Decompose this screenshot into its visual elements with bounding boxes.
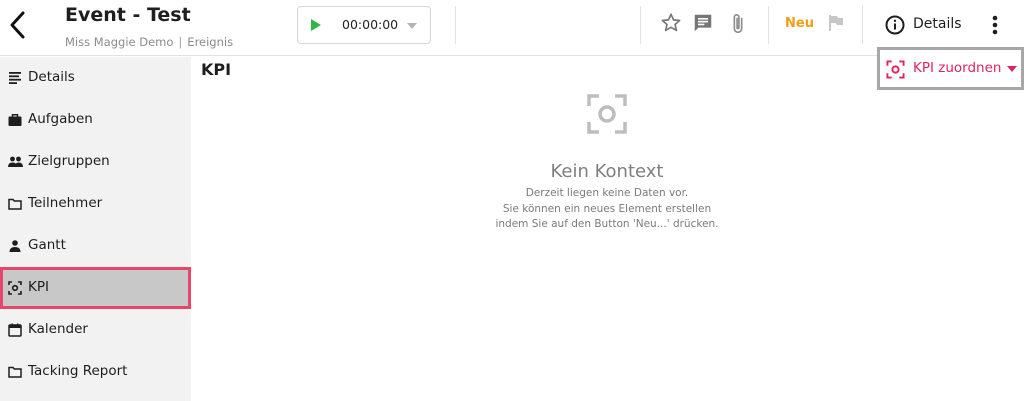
empty-state-title: Kein Kontext bbox=[550, 161, 664, 182]
timer-control[interactable]: 00:00:00 bbox=[297, 6, 431, 44]
sidebar-item-label: Zielgruppen bbox=[28, 153, 110, 169]
assign-kpi-button[interactable]: KPI zuordnen bbox=[877, 47, 1024, 90]
star-icon[interactable] bbox=[660, 12, 682, 34]
play-icon[interactable] bbox=[310, 18, 322, 32]
sidebar-item-kalender[interactable]: Kalender bbox=[0, 309, 191, 351]
sidebar-item-kpi[interactable]: KPI bbox=[0, 267, 191, 309]
sidebar-item-tacking-report[interactable]: Tacking Report bbox=[0, 351, 191, 393]
sidebar-item-label: Details bbox=[28, 69, 75, 85]
folder-icon bbox=[8, 198, 22, 210]
folder-icon bbox=[8, 366, 22, 378]
chevron-down-icon bbox=[1007, 66, 1017, 72]
divider bbox=[455, 6, 456, 44]
divider bbox=[640, 6, 641, 44]
divider bbox=[862, 6, 863, 44]
new-button[interactable]: Neu bbox=[785, 16, 814, 31]
kpi-icon bbox=[8, 281, 22, 295]
empty-state-text: Derzeit liegen keine Daten vor. bbox=[525, 187, 689, 199]
sidebar-item-label: Aufgaben bbox=[28, 111, 93, 127]
empty-state-text: Sie können ein neues Element erstellen bbox=[502, 203, 712, 215]
briefcase-icon bbox=[8, 114, 22, 126]
sidebar-item-aufgaben[interactable]: Aufgaben bbox=[0, 99, 191, 141]
list-icon bbox=[9, 72, 21, 84]
back-icon[interactable] bbox=[6, 10, 28, 40]
section-title: KPI bbox=[201, 60, 232, 79]
sidebar-item-details[interactable]: Details bbox=[0, 57, 191, 99]
comment-icon[interactable] bbox=[692, 12, 714, 34]
kpi-placeholder-icon bbox=[587, 94, 627, 134]
sidebar-item-label: Gantt bbox=[28, 237, 66, 253]
sidebar-item-label: Teilnehmer bbox=[28, 195, 103, 211]
details-button-label: Details bbox=[913, 16, 962, 32]
app-header: Event - Test Miss Maggie Demo | Ereignis 0… bbox=[0, 0, 1024, 56]
kpi-icon bbox=[886, 60, 905, 79]
calendar-icon bbox=[8, 323, 22, 337]
people-icon bbox=[8, 156, 23, 167]
person-icon bbox=[9, 240, 21, 252]
empty-state-text: indem Sie auf den Button 'Neu...' drücke… bbox=[495, 218, 719, 230]
assign-kpi-label: KPI zuordnen bbox=[913, 60, 1002, 76]
sidebar-item-label: KPI bbox=[28, 279, 49, 295]
sidebar-item-gantt[interactable]: Gantt bbox=[0, 225, 191, 267]
owner-name: Miss Maggie Demo bbox=[65, 35, 174, 49]
record-type: Ereignis bbox=[187, 35, 234, 49]
sidebar-item-zielgruppen[interactable]: Zielgruppen bbox=[0, 141, 191, 183]
flag-icon[interactable] bbox=[828, 14, 844, 32]
sidebar: Details Aufgaben Zielgruppen Teilnehmer … bbox=[0, 57, 191, 401]
attachment-icon[interactable] bbox=[727, 12, 749, 36]
info-icon bbox=[885, 15, 905, 35]
page-title: Event - Test bbox=[65, 4, 191, 26]
sidebar-item-label: Tacking Report bbox=[28, 363, 128, 379]
sidebar-item-teilnehmer[interactable]: Teilnehmer bbox=[0, 183, 191, 225]
subtitle-separator: | bbox=[178, 35, 183, 49]
page-subtitle: Miss Maggie Demo | Ereignis bbox=[65, 35, 233, 49]
more-vertical-icon[interactable] bbox=[990, 14, 1000, 36]
divider bbox=[768, 6, 769, 44]
sidebar-item-label: Kalender bbox=[28, 321, 88, 337]
chevron-down-icon[interactable] bbox=[407, 23, 417, 29]
timer-value: 00:00:00 bbox=[342, 17, 399, 32]
